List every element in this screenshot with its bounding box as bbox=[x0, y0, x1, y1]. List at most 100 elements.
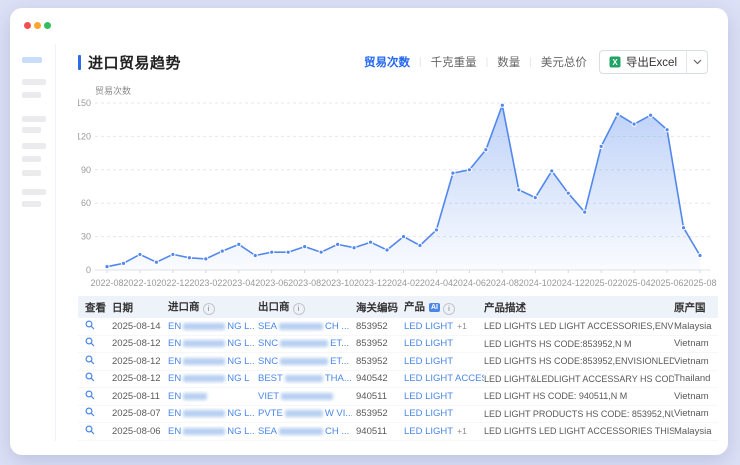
view-row-button[interactable] bbox=[85, 407, 95, 417]
product-link[interactable]: LED LIGHT bbox=[404, 356, 453, 367]
exporter-link[interactable]: SEACH ... bbox=[258, 426, 349, 437]
minimize-window-button[interactable] bbox=[34, 22, 41, 29]
export-excel-button[interactable]: X 导出Excel bbox=[600, 51, 686, 73]
data-point[interactable] bbox=[533, 196, 537, 200]
data-point[interactable] bbox=[566, 191, 570, 195]
data-point[interactable] bbox=[632, 122, 636, 126]
importer-link[interactable]: EN bbox=[168, 391, 209, 402]
data-point[interactable] bbox=[270, 250, 274, 254]
product-link[interactable]: LED LIGHT ACCESSORY bbox=[404, 373, 484, 384]
data-point[interactable] bbox=[352, 246, 356, 250]
tab-kg-weight[interactable]: 千克重量 bbox=[431, 54, 477, 70]
importer-link[interactable]: ENNG L... bbox=[168, 356, 254, 367]
data-point[interactable] bbox=[500, 103, 504, 107]
view-row-button[interactable] bbox=[85, 320, 95, 330]
data-point[interactable] bbox=[583, 210, 587, 214]
data-point[interactable] bbox=[303, 245, 307, 249]
data-point[interactable] bbox=[237, 242, 241, 246]
info-icon[interactable]: i bbox=[443, 303, 455, 315]
data-point[interactable] bbox=[616, 112, 620, 116]
product-link[interactable]: LED LIGHT bbox=[404, 391, 453, 402]
data-point[interactable] bbox=[171, 252, 175, 256]
data-point[interactable] bbox=[484, 148, 488, 152]
exporter-link[interactable]: VIET bbox=[258, 391, 335, 402]
data-point[interactable] bbox=[368, 240, 372, 244]
col-header-hs-code: 海关编码 bbox=[352, 300, 400, 315]
sidebar-item-skeleton[interactable] bbox=[22, 92, 41, 98]
data-point[interactable] bbox=[385, 248, 389, 252]
data-point[interactable] bbox=[138, 252, 142, 256]
info-icon[interactable]: i bbox=[293, 303, 305, 315]
importer-link[interactable]: ENNG L... bbox=[168, 408, 254, 419]
sidebar-item-active[interactable] bbox=[22, 57, 42, 63]
view-row-button[interactable] bbox=[85, 390, 95, 400]
sidebar-item-skeleton[interactable] bbox=[22, 116, 46, 122]
data-point[interactable] bbox=[517, 188, 521, 192]
sidebar-item-skeleton[interactable] bbox=[22, 156, 41, 162]
importer-link[interactable]: ENNG L... bbox=[168, 338, 254, 349]
exporter-link[interactable]: SNCET... bbox=[258, 356, 349, 367]
data-point[interactable] bbox=[599, 144, 603, 148]
sidebar-item-skeleton[interactable] bbox=[22, 170, 41, 176]
product-link[interactable]: LED LIGHT bbox=[404, 426, 453, 437]
x-axis-tick-label: 2023-10 bbox=[321, 278, 354, 288]
data-point[interactable] bbox=[648, 113, 652, 117]
search-icon bbox=[85, 337, 95, 347]
exporter-link[interactable]: BESTTHA... bbox=[258, 373, 352, 384]
sidebar-item-skeleton[interactable] bbox=[22, 189, 46, 195]
importer-link[interactable]: ENNG L... bbox=[168, 321, 254, 332]
data-point[interactable] bbox=[451, 171, 455, 175]
col-header-view: 查看 bbox=[78, 300, 108, 315]
data-point[interactable] bbox=[336, 242, 340, 246]
exporter-link[interactable]: SNCET... bbox=[258, 338, 349, 349]
data-point[interactable] bbox=[550, 169, 554, 173]
info-icon[interactable]: i bbox=[203, 303, 215, 315]
title-accent-bar bbox=[78, 55, 81, 70]
data-point[interactable] bbox=[286, 250, 290, 254]
tab-trade-count[interactable]: 贸易次数 bbox=[364, 54, 410, 70]
view-row-button[interactable] bbox=[85, 425, 95, 435]
data-point[interactable] bbox=[434, 228, 438, 232]
data-point[interactable] bbox=[105, 265, 109, 269]
data-point[interactable] bbox=[187, 256, 191, 260]
data-point[interactable] bbox=[121, 261, 125, 265]
sidebar bbox=[10, 44, 56, 441]
view-row-button[interactable] bbox=[85, 372, 95, 382]
x-axis-tick-label: 2025-02 bbox=[585, 278, 618, 288]
exporter-link[interactable]: PVTEW VI... bbox=[258, 408, 352, 419]
data-point[interactable] bbox=[698, 253, 702, 257]
data-point[interactable] bbox=[319, 250, 323, 254]
product-link[interactable]: LED LIGHT bbox=[404, 321, 453, 332]
export-dropdown-button[interactable] bbox=[686, 51, 707, 73]
data-point[interactable] bbox=[154, 260, 158, 264]
view-row-button[interactable] bbox=[85, 337, 95, 347]
importer-link[interactable]: ENNG L bbox=[168, 373, 249, 384]
data-point[interactable] bbox=[418, 243, 422, 247]
data-point[interactable] bbox=[220, 249, 224, 253]
cell-description: LED LIGHT PRODUCTS HS CODE: 853952,NUWAT… bbox=[484, 409, 674, 419]
data-point[interactable] bbox=[665, 128, 669, 132]
cell-origin-country: Vietnam bbox=[674, 338, 718, 349]
tab-usd-total[interactable]: 美元总价 bbox=[541, 54, 587, 70]
product-link[interactable]: LED LIGHT bbox=[404, 408, 453, 419]
exporter-link[interactable]: SEACH ... bbox=[258, 321, 349, 332]
product-link[interactable]: LED LIGHT bbox=[404, 338, 453, 349]
more-products-badge[interactable]: +1 bbox=[457, 321, 467, 331]
data-point[interactable] bbox=[467, 168, 471, 172]
sidebar-item-skeleton[interactable] bbox=[22, 79, 46, 85]
close-window-button[interactable] bbox=[24, 22, 31, 29]
more-products-badge[interactable]: +1 bbox=[457, 426, 467, 436]
tab-quantity[interactable]: 数量 bbox=[497, 54, 520, 70]
view-row-button[interactable] bbox=[85, 355, 95, 365]
sidebar-item-skeleton[interactable] bbox=[22, 143, 46, 149]
cell-date: 2025-08-11 bbox=[108, 391, 164, 402]
sidebar-item-skeleton[interactable] bbox=[22, 127, 41, 133]
data-point[interactable] bbox=[401, 235, 405, 239]
trend-chart[interactable]: 03060901201502022-082022-102022-122023-0… bbox=[78, 94, 718, 294]
data-point[interactable] bbox=[204, 257, 208, 261]
maximize-window-button[interactable] bbox=[44, 22, 51, 29]
importer-link[interactable]: ENNG L... bbox=[168, 426, 254, 437]
data-point[interactable] bbox=[253, 253, 257, 257]
sidebar-item-skeleton[interactable] bbox=[22, 201, 41, 207]
data-point[interactable] bbox=[681, 226, 685, 230]
